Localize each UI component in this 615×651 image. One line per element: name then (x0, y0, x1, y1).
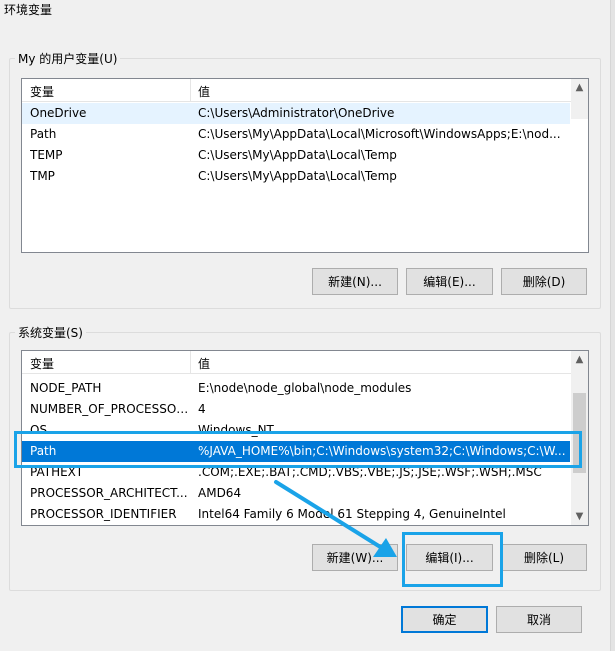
system-var-name: PROCESSOR_IDENTIFIER (30, 507, 177, 521)
system-var-value: Windows_NT (198, 423, 274, 437)
user-var-value: C:\Users\My\AppData\Local\Temp (198, 148, 397, 162)
system-var-value: Intel64 Family 6 Model 61 Stepping 4, Ge… (198, 507, 506, 521)
system-vars-list[interactable]: 变量 值 NODE_PATH E:\node\node_global\node_… (21, 350, 589, 526)
user-var-row[interactable]: TEMP C:\Users\My\AppData\Local\Temp (22, 145, 570, 166)
user-var-row[interactable]: Path C:\Users\My\AppData\Local\Microsoft… (22, 124, 570, 145)
system-var-value: E:\node\node_global\node_modules (198, 381, 412, 395)
system-vars-legend: 系统变量(S) (18, 326, 83, 340)
user-var-value: C:\Users\My\AppData\Local\Microsoft\Wind… (198, 127, 561, 141)
user-col-name[interactable]: 变量 (30, 83, 54, 100)
system-col-separator[interactable] (190, 351, 191, 373)
user-vars-legend: My 的用户变量(U) (18, 52, 118, 66)
ok-button[interactable]: 确定 (401, 606, 488, 633)
system-col-name[interactable]: 变量 (30, 355, 54, 372)
system-vars-scrollbar[interactable]: ▲ ▼ (571, 351, 588, 525)
system-var-row[interactable]: NODE_PATH E:\node\node_global\node_modul… (22, 378, 570, 399)
user-var-name: TMP (30, 169, 55, 183)
system-edit-button[interactable]: 编辑(I)... (406, 544, 493, 571)
system-var-row[interactable]: PATHEXT .COM;.EXE;.BAT;.CMD;.VBS;.VBE;.J… (22, 462, 570, 483)
system-var-row-selected[interactable]: Path %JAVA_HOME%\bin;C:\Windows\system32… (22, 441, 570, 462)
system-col-value[interactable]: 值 (198, 355, 210, 372)
system-new-button[interactable]: 新建(W)... (312, 544, 398, 571)
user-var-value: C:\Users\My\AppData\Local\Temp (198, 169, 397, 183)
system-var-name: PATHEXT (30, 465, 84, 479)
system-var-row[interactable]: PROCESSOR_IDENTIFIER Intel64 Family 6 Mo… (22, 504, 570, 525)
system-var-row[interactable]: OS Windows_NT (22, 420, 570, 441)
system-var-name: Path (30, 444, 57, 458)
user-delete-button[interactable]: 删除(D) (501, 268, 587, 295)
user-new-button[interactable]: 新建(N)... (312, 268, 398, 295)
cancel-button[interactable]: 取消 (496, 606, 582, 633)
user-var-row[interactable]: TMP C:\Users\My\AppData\Local\Temp (22, 166, 570, 187)
system-var-row[interactable]: NUMBER_OF_PROCESSORS 4 (22, 399, 570, 420)
window-edge (610, 0, 615, 651)
user-col-separator[interactable] (190, 79, 191, 101)
user-var-row[interactable]: OneDrive C:\Users\Administrator\OneDrive (22, 103, 570, 124)
system-var-name: NODE_PATH (30, 381, 102, 395)
system-delete-button[interactable]: 删除(L) (501, 544, 587, 571)
system-var-value: .COM;.EXE;.BAT;.CMD;.VBS;.VBE;.JS;.JSE;.… (198, 465, 542, 479)
user-col-value[interactable]: 值 (198, 83, 210, 100)
scroll-down-icon[interactable]: ▼ (571, 508, 588, 525)
system-vars-header: 变量 值 (22, 351, 588, 374)
user-var-name: TEMP (30, 148, 63, 162)
window-title: 环境变量 (4, 3, 53, 17)
system-var-value: 4 (198, 402, 206, 416)
system-var-name: NUMBER_OF_PROCESSORS (30, 402, 192, 416)
system-var-value: %JAVA_HOME%\bin;C:\Windows\system32;C:\W… (198, 444, 566, 458)
system-var-name: PROCESSOR_ARCHITECT... (30, 486, 188, 500)
system-var-name: OS (30, 423, 48, 437)
user-vars-list[interactable]: 变量 值 OneDrive C:\Users\Administrator\One… (21, 78, 589, 253)
user-vars-header: 变量 值 (22, 79, 588, 102)
system-var-row[interactable]: PROCESSOR_ARCHITECT... AMD64 (22, 483, 570, 504)
user-var-value: C:\Users\Administrator\OneDrive (198, 106, 395, 120)
scroll-up-icon[interactable]: ▲ (571, 79, 588, 96)
user-var-name: Path (30, 127, 57, 141)
user-edit-button[interactable]: 编辑(E)... (406, 268, 493, 295)
user-var-name: OneDrive (30, 106, 87, 120)
scroll-up-icon[interactable]: ▲ (571, 351, 588, 368)
user-vars-scrollbar[interactable]: ▲ (571, 79, 588, 119)
system-var-value: AMD64 (198, 486, 242, 500)
scroll-thumb[interactable] (573, 393, 586, 473)
